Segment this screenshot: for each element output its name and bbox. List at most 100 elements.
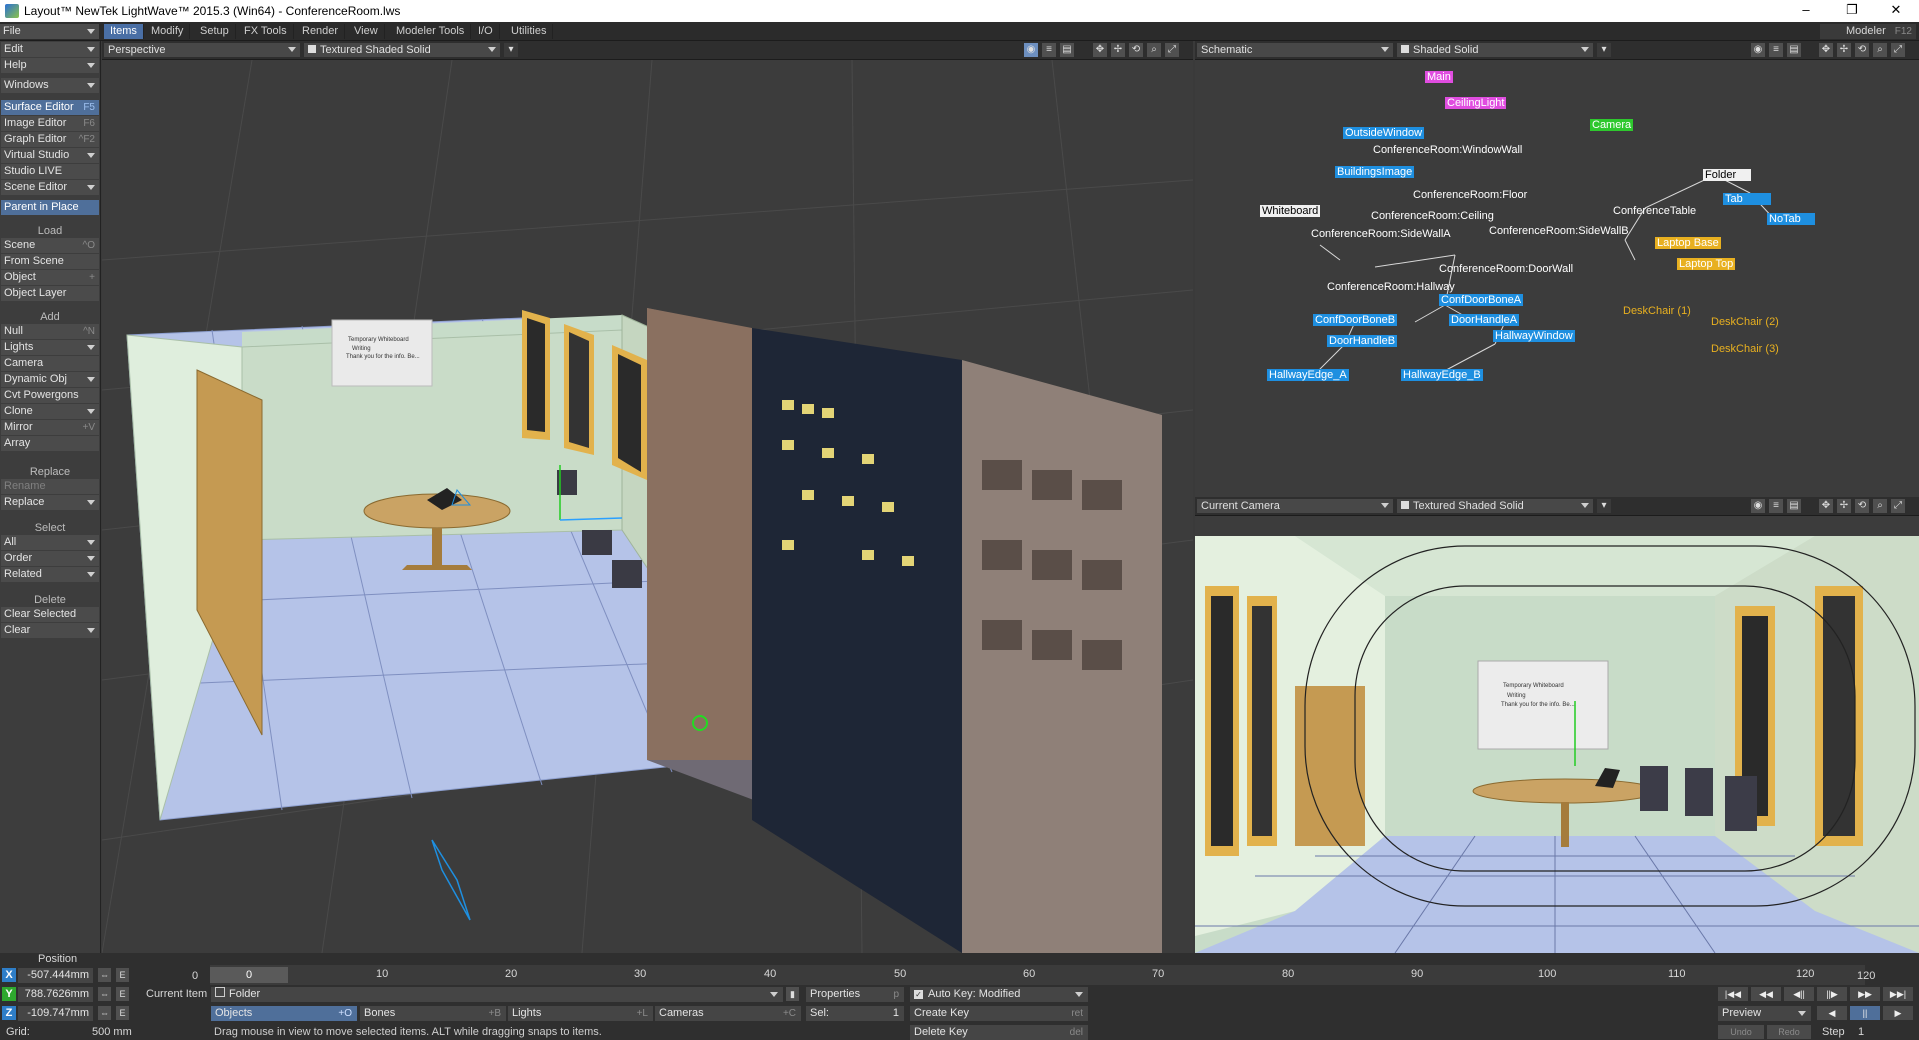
previous-frame-icon[interactable]: ◀|| [1784, 987, 1814, 1001]
schematic-node-folder[interactable]: Folder [1703, 169, 1751, 181]
position-z-field[interactable]: -109.747mm [18, 1006, 93, 1021]
replace-button[interactable]: Replace [1, 495, 99, 510]
maximize-viewport-icon[interactable]: ⤢ [1165, 43, 1179, 57]
item-info-icon[interactable]: ▮ [786, 987, 799, 1001]
schematic-node-deskchair-2[interactable]: DeskChair (2) [1709, 316, 1781, 328]
layers-icon[interactable]: ▤ [1787, 499, 1801, 513]
graph-editor-button[interactable]: Graph Editor ^F2 [1, 132, 99, 147]
camera-viewport[interactable]: Temporary Whiteboard Writing Thank you f… [1195, 516, 1919, 953]
envelope-button[interactable]: E [116, 968, 129, 982]
zoom-icon[interactable]: ⌕ [1873, 499, 1887, 513]
redo-button[interactable]: Redo [1767, 1025, 1811, 1039]
clone-button[interactable]: Clone [1, 404, 99, 419]
schematic-node-laptop-top[interactable]: Laptop Top [1677, 258, 1736, 270]
timeline[interactable]: 0 [210, 965, 1865, 985]
tab-fx-tools[interactable]: FX Tools [238, 24, 294, 39]
clear-selected-button[interactable]: Clear Selected [1, 607, 99, 622]
position-x-field[interactable]: -507.444mm [18, 968, 93, 983]
lights-button[interactable]: Lights +L [508, 1006, 653, 1021]
schematic-node-deskchair-3[interactable]: DeskChair (3) [1709, 343, 1781, 355]
step-arrows-icon[interactable]: ⇔ [98, 987, 111, 1001]
tab-setup[interactable]: Setup [194, 24, 236, 39]
list-icon[interactable]: ≡ [1769, 43, 1783, 57]
position-y-field[interactable]: 788.7626mm [18, 987, 93, 1002]
properties-button[interactable]: Properties p [806, 987, 904, 1002]
maximize-viewport-icon[interactable]: ⤢ [1891, 499, 1905, 513]
chevron-down-icon[interactable]: ▾ [1597, 499, 1611, 513]
rotate-view-icon[interactable]: ⟲ [1855, 499, 1869, 513]
preview-select[interactable]: Preview [1718, 1006, 1811, 1021]
parent-in-place-button[interactable]: Parent in Place [1, 200, 99, 215]
schematic-node-hallwaywindow[interactable]: HallwayWindow [1493, 330, 1575, 342]
schematic-viewport[interactable]: Main CeilingLight Camera OutsideWindow C… [1195, 60, 1919, 497]
undo-button[interactable]: Undo [1718, 1025, 1764, 1039]
tab-utilities[interactable]: Utilities [505, 24, 554, 39]
add-null-button[interactable]: Null ^N [1, 324, 99, 339]
schematic-render-mode-select[interactable]: Shaded Solid [1397, 43, 1593, 57]
mirror-button[interactable]: Mirror +V [1, 420, 99, 435]
list-icon[interactable]: ≡ [1769, 499, 1783, 513]
play-reverse-icon[interactable]: ◀ [1817, 1006, 1847, 1020]
schematic-node-confdoorbonea[interactable]: ConfDoorBoneA [1439, 294, 1524, 306]
select-all-button[interactable]: All [1, 535, 99, 550]
schematic-node-tab[interactable]: Tab [1723, 193, 1771, 205]
schematic-node-doorhandleb[interactable]: DoorHandleB [1327, 335, 1398, 347]
schematic-node-laptop-base[interactable]: Laptop Base [1655, 237, 1721, 249]
select-order-button[interactable]: Order [1, 551, 99, 566]
schematic-node-conferenceroom-ceiling[interactable]: ConferenceRoom:Ceiling [1369, 210, 1496, 222]
rotate-view-icon[interactable]: ⟲ [1855, 43, 1869, 57]
rotate-view-icon[interactable]: ⟲ [1129, 43, 1143, 57]
schematic-node-hallwayedge-b[interactable]: HallwayEdge_B [1401, 369, 1483, 381]
current-item-select[interactable]: Folder [211, 987, 783, 1002]
image-editor-button[interactable]: Image Editor F6 [1, 116, 99, 131]
camera-render-mode-select[interactable]: Textured Shaded Solid [1397, 499, 1593, 513]
load-object-button[interactable]: Object + [1, 270, 99, 285]
zoom-icon[interactable]: ⌕ [1147, 43, 1161, 57]
load-object-layer-button[interactable]: Object Layer [1, 286, 99, 301]
schematic-node-whiteboard[interactable]: Whiteboard [1260, 205, 1321, 217]
pan-icon[interactable]: ✢ [1837, 499, 1851, 513]
go-to-start-icon[interactable]: |◀◀ [1718, 987, 1748, 1001]
edit-menu[interactable]: Edit [1, 42, 99, 57]
perspective-view-select[interactable]: Perspective [104, 43, 300, 57]
go-to-end-icon[interactable]: ▶▶| [1883, 987, 1913, 1001]
select-related-button[interactable]: Related [1, 567, 99, 582]
next-frame-icon[interactable]: ||▶ [1817, 987, 1847, 1001]
schematic-node-notab[interactable]: NoTab [1767, 213, 1815, 225]
tab-modify[interactable]: Modify [145, 24, 191, 39]
auto-key-select[interactable]: ✓ Auto Key: Modified [910, 987, 1088, 1002]
rename-button[interactable]: Rename [1, 479, 99, 494]
camera-icon[interactable]: ◉ [1751, 499, 1765, 513]
schematic-node-conferenceroom-sidewallb[interactable]: ConferenceRoom:SideWallB [1487, 225, 1631, 237]
schematic-node-hallwayedge-a[interactable]: HallwayEdge_A [1267, 369, 1349, 381]
tab-items[interactable]: Items [104, 24, 144, 39]
move-view-icon[interactable]: ✥ [1819, 499, 1833, 513]
perspective-viewport[interactable]: Temporary Whiteboard Writing Thank you f… [102, 60, 1193, 953]
studio-live-button[interactable]: Studio LIVE [1, 164, 99, 179]
camera-view-select[interactable]: Current Camera [1197, 499, 1393, 513]
layers-icon[interactable]: ▤ [1787, 43, 1801, 57]
camera-icon[interactable]: ◉ [1751, 43, 1765, 57]
schematic-node-deskchair-1[interactable]: DeskChair (1) [1621, 305, 1693, 317]
envelope-button[interactable]: E [116, 987, 129, 1001]
add-camera-button[interactable]: Camera [1, 356, 99, 371]
next-key-icon[interactable]: ▶▶ [1850, 987, 1880, 1001]
perspective-render-mode-select[interactable]: Textured Shaded Solid [304, 43, 500, 57]
modeler-button[interactable]: Modeler F12 [1820, 24, 1916, 39]
schematic-node-conferenceroom-sidewalla[interactable]: ConferenceRoom:SideWallA [1309, 228, 1453, 240]
timeline-start-frame[interactable]: 0 [192, 970, 198, 982]
surface-editor-button[interactable]: Surface Editor F5 [1, 100, 99, 115]
schematic-node-conferenceroom-windowwall[interactable]: ConferenceRoom:WindowWall [1371, 144, 1524, 156]
schematic-node-confdoorboneb[interactable]: ConfDoorBoneB [1313, 314, 1398, 326]
objects-button[interactable]: Objects +O [211, 1006, 357, 1021]
zoom-icon[interactable]: ⌕ [1873, 43, 1887, 57]
tab-view[interactable]: View [348, 24, 385, 39]
camera-icon[interactable]: ◉ [1024, 43, 1038, 57]
schematic-view-select[interactable]: Schematic [1197, 43, 1393, 57]
tab-render[interactable]: Render [296, 24, 346, 39]
checkbox-icon[interactable]: ✓ [914, 990, 923, 999]
load-from-scene-button[interactable]: From Scene [1, 254, 99, 269]
timeline-current-frame[interactable]: 0 [210, 967, 288, 983]
schematic-node-conferencetable[interactable]: ConferenceTable [1611, 205, 1698, 217]
schematic-node-camera[interactable]: Camera [1590, 119, 1634, 131]
